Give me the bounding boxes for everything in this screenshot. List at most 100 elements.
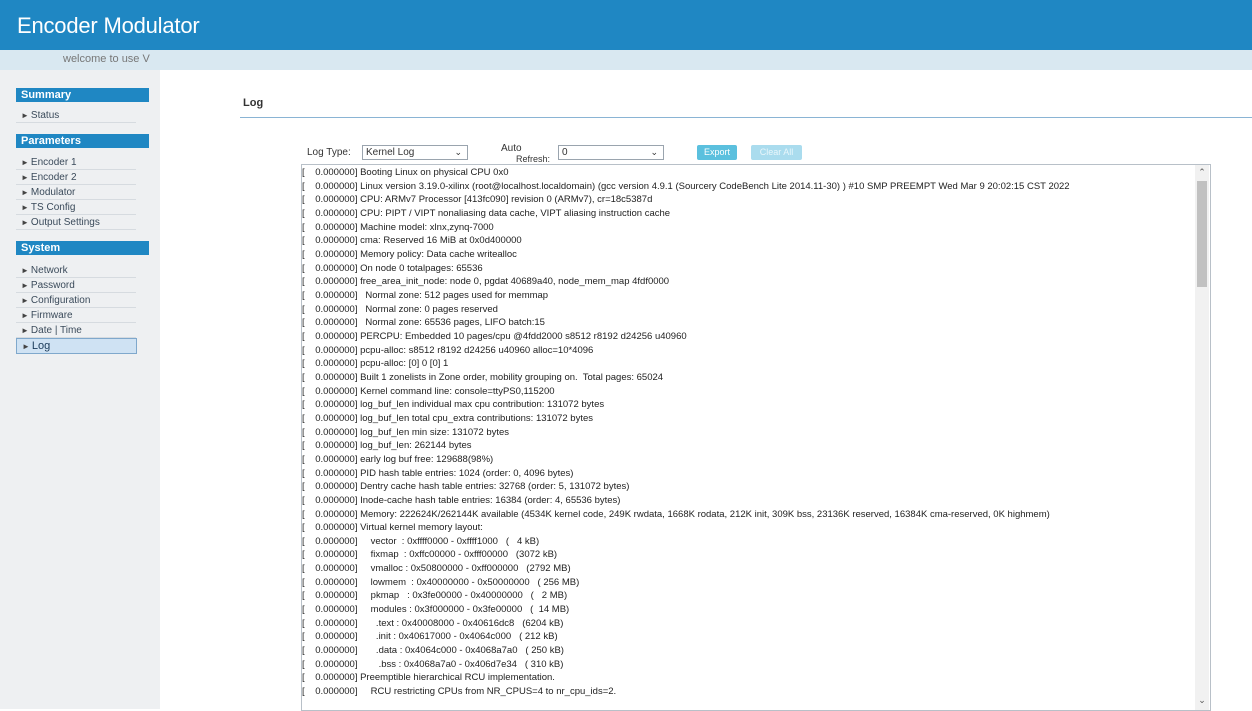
log-line: [ 0.000000] On node 0 totalpages: 65536 (302, 262, 483, 274)
log-line: [ 0.000000] vmalloc : 0x50800000 - 0xff0… (302, 563, 571, 575)
welcome-text: welcome to use V (63, 53, 150, 65)
log-line: [ 0.000000] Inode-cache hash table entri… (302, 494, 621, 506)
sidebar-item-label: TS Config (30, 202, 76, 213)
app-title: Encoder Modulator (17, 13, 200, 38)
sidebar-item-label: Modulator (30, 187, 76, 198)
log-line: [ 0.000000] free_area_init_node: node 0,… (302, 276, 670, 288)
log-line: [ 0.000000] .init : 0x40617000 - 0x4064c… (302, 631, 558, 643)
sidebar-item-label: Status (30, 110, 60, 121)
sidebar-item-label: Encoder 1 (30, 157, 77, 168)
vertical-scrollbar[interactable]: ⌃ ⌄ (1195, 165, 1209, 710)
log-type-value: Kernel Log (366, 147, 415, 158)
log-line: [ 0.000000] log_buf_len total cpu_extra … (302, 412, 594, 424)
log-type-select[interactable]: Kernel Log ⌄ (362, 145, 468, 160)
sidebar-item-password[interactable]: ► Password (16, 278, 136, 293)
sidebar-item-output-settings[interactable]: ► Output Settings (16, 215, 136, 230)
sidebar-item-network[interactable]: ► Network (16, 263, 136, 278)
log-line: [ 0.000000] Normal zone: 512 pages used … (302, 289, 549, 301)
scroll-up-icon[interactable]: ⌃ (1195, 167, 1209, 178)
log-line: [ 0.000000] .bss : 0x4068a7a0 - 0x406d7e… (302, 658, 564, 670)
sidebar-item-configuration[interactable]: ► Configuration (16, 293, 136, 308)
log-line: [ 0.000000] Machine model: xlnx,zynq-700… (302, 221, 494, 233)
log-output[interactable]: [ 0.000000] Booting Linux on physical CP… (301, 164, 1211, 711)
chevron-down-icon: ⌄ (650, 147, 658, 157)
scroll-down-icon[interactable]: ⌄ (1195, 695, 1209, 706)
log-line: [ 0.000000] PERCPU: Embedded 10 pages/cp… (302, 330, 687, 342)
sidebar-item-firmware[interactable]: ► Firmware (16, 308, 136, 323)
log-line: [ 0.000000] Memory policy: Data cache wr… (302, 248, 517, 260)
chevron-down-icon: ⌄ (454, 147, 462, 157)
log-line: [ 0.000000] pcpu-alloc: [0] 0 [0] 1 (302, 358, 449, 370)
log-line: [ 0.000000] log_buf_len min size: 131072… (302, 426, 510, 438)
arrow-right-icon: ► (21, 158, 29, 167)
log-line: [ 0.000000] Virtual kernel memory layout… (302, 522, 483, 534)
log-line: [ 0.000000] lowmem : 0x40000000 - 0x5000… (302, 576, 580, 588)
section-parameters: Parameters (16, 134, 149, 148)
log-line: [ 0.000000] log_buf_len individual max c… (302, 399, 605, 411)
log-line: [ 0.000000] log_buf_len: 262144 bytes (302, 440, 472, 452)
arrow-right-icon: ► (21, 188, 29, 197)
auto-refresh-label: Auto (501, 143, 522, 154)
log-line: [ 0.000000] PID hash table entries: 1024… (302, 467, 574, 479)
sidebar-item-label: Network (30, 265, 68, 276)
sidebar-item-label: Output Settings (30, 217, 100, 228)
log-line: [ 0.000000] Dentry cache hash table entr… (302, 481, 630, 493)
auto-refresh-value: 0 (562, 147, 568, 158)
export-button[interactable]: Export (697, 145, 737, 160)
log-line: [ 0.000000] .text : 0x40008000 - 0x40616… (302, 617, 564, 629)
arrow-right-icon: ► (21, 311, 29, 320)
log-line: [ 0.000000] Normal zone: 65536 pages, LI… (302, 317, 545, 329)
sidebar-item-label: Log (31, 340, 51, 352)
arrow-right-icon: ► (21, 296, 29, 305)
section-system: System (16, 241, 149, 255)
auto-refresh-select[interactable]: 0 ⌄ (558, 145, 664, 160)
welcome-bar: welcome to use V (0, 50, 1252, 70)
page-title: Log (243, 97, 264, 109)
log-line: [ 0.000000] Booting Linux on physical CP… (302, 167, 509, 178)
arrow-right-icon: ► (22, 342, 30, 351)
log-line: [ 0.000000] CPU: PIPT / VIPT nonaliasing… (302, 207, 671, 219)
log-line: [ 0.000000] CPU: ARMv7 Processor [413fc0… (302, 194, 653, 206)
arrow-right-icon: ► (21, 173, 29, 182)
sidebar-item-modulator[interactable]: ► Modulator (16, 185, 136, 200)
app-header: Encoder Modulator (0, 0, 1252, 50)
log-line: [ 0.000000] RCU restricting CPUs from NR… (302, 686, 617, 698)
log-line: [ 0.000000] vector : 0xffff0000 - 0xffff… (302, 535, 540, 547)
auto-refresh-label-cut: Refresh: (516, 154, 551, 162)
log-line: [ 0.000000] pkmap : 0x3fe00000 - 0x40000… (302, 590, 568, 602)
log-line: [ 0.000000] .data : 0x4064c000 - 0x4068a… (302, 645, 564, 657)
sidebar-item-ts-config[interactable]: ► TS Config (16, 200, 136, 215)
sidebar-item-encoder-2[interactable]: ► Encoder 2 (16, 170, 136, 185)
sidebar-item-label: Encoder 2 (30, 172, 77, 183)
log-line: [ 0.000000] Memory: 222624K/262144K avai… (302, 508, 1050, 520)
sidebar-item-label: Date | Time (30, 325, 82, 336)
sidebar-item-label: Configuration (30, 295, 91, 306)
sidebar-item-status[interactable]: ► Status (16, 108, 136, 123)
sidebar-item-encoder-1[interactable]: ► Encoder 1 (16, 155, 136, 170)
arrow-right-icon: ► (21, 281, 29, 290)
scroll-thumb[interactable] (1197, 181, 1207, 287)
log-line: [ 0.000000] Normal zone: 0 pages reserve… (302, 303, 498, 315)
arrow-right-icon: ► (21, 111, 29, 120)
log-line: [ 0.000000] Linux version 3.19.0-xilinx … (302, 180, 1070, 192)
log-line: [ 0.000000] early log buf free: 129688(9… (302, 453, 494, 465)
sidebar-item-log[interactable]: ► Log (16, 338, 137, 354)
heading-divider (240, 117, 1252, 118)
arrow-right-icon: ► (21, 218, 29, 227)
sidebar-item-label: Password (30, 280, 75, 291)
sidebar-item-date-time[interactable]: ► Date | Time (16, 323, 136, 338)
log-line: [ 0.000000] Preemptible hierarchical RCU… (302, 672, 555, 684)
log-line: [ 0.000000] Kernel command line: console… (302, 385, 555, 397)
log-line: [ 0.000000] cma: Reserved 16 MiB at 0x0d… (302, 235, 522, 247)
section-summary: Summary (16, 88, 149, 102)
sidebar: Summary ► Status Parameters ► Encoder 1 ► E… (0, 70, 160, 709)
arrow-right-icon: ► (21, 266, 29, 275)
arrow-right-icon: ► (21, 326, 29, 335)
log-line: [ 0.000000] pcpu-alloc: s8512 r8192 d242… (302, 344, 594, 356)
log-type-label: Log Type: (307, 147, 351, 158)
sidebar-item-label: Firmware (30, 310, 73, 321)
arrow-right-icon: ► (21, 203, 29, 212)
log-line: [ 0.000000] modules : 0x3f000000 - 0x3fe… (302, 604, 570, 616)
log-line: [ 0.000000] fixmap : 0xffc00000 - 0xfff0… (302, 549, 558, 561)
clear-button[interactable]: Clear All (751, 145, 802, 160)
